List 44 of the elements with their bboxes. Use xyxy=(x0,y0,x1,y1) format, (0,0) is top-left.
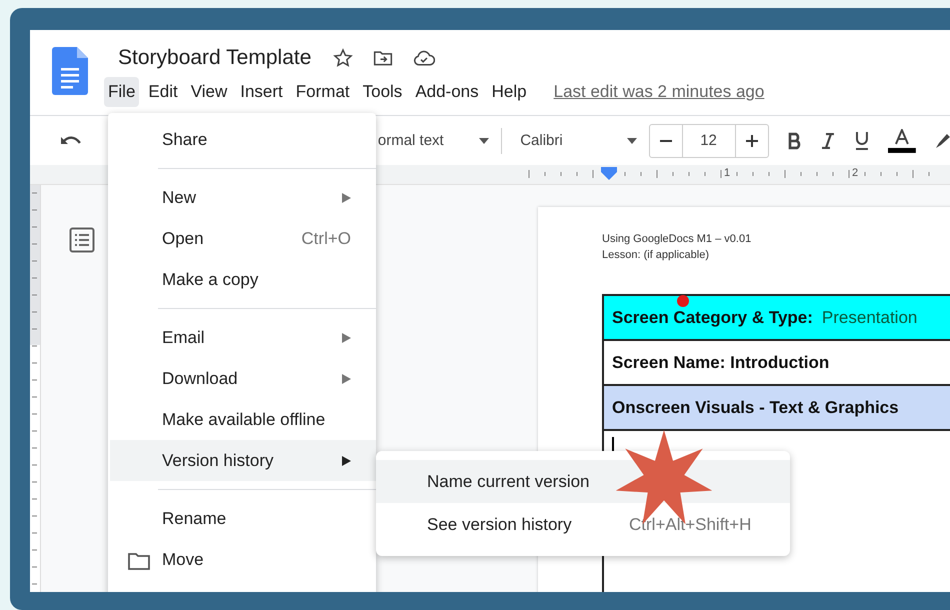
menu-item[interactable]: Share xyxy=(110,119,376,160)
menu-item[interactable]: Email xyxy=(110,317,376,358)
menu-item[interactable]: Open Ctrl+O xyxy=(110,218,376,259)
menu-item[interactable]: File xyxy=(104,77,140,107)
font-dropdown[interactable]: Calibri xyxy=(512,132,637,149)
row-label: Screen Category & Type: xyxy=(612,308,813,328)
highlighter-icon[interactable] xyxy=(934,132,950,150)
bold-icon[interactable] xyxy=(786,132,802,150)
menu-item[interactable]: Edit xyxy=(144,77,182,107)
document-outline-icon[interactable] xyxy=(69,227,95,253)
folder-icon[interactable] xyxy=(373,49,394,67)
cloud-icon[interactable] xyxy=(413,49,436,67)
menu-item[interactable]: Tools xyxy=(358,77,406,107)
indent-marker-icon[interactable] xyxy=(601,167,617,181)
header-text: Using GoogleDocs M1 – v0.01 xyxy=(602,233,752,245)
menu-item[interactable]: Help xyxy=(488,77,531,107)
menu-item[interactable]: Download xyxy=(110,358,376,399)
paragraph-style-dropdown[interactable]: ormal text xyxy=(378,132,490,149)
menu-item[interactable]: Insert xyxy=(236,77,287,107)
menu-item[interactable]: Make a copy xyxy=(110,259,376,300)
underline-icon[interactable] xyxy=(854,130,870,150)
menu-item[interactable]: Make available offline xyxy=(110,399,376,440)
row-value: Presentation xyxy=(822,308,918,328)
ruler-label: 2 xyxy=(852,167,858,179)
last-edit-link[interactable]: Last edit was 2 minutes ago xyxy=(554,82,764,102)
document-logo-icon[interactable] xyxy=(52,47,88,95)
row-label: Screen Name: Introduction xyxy=(612,352,830,372)
menu-item[interactable]: Move xyxy=(110,539,376,580)
document-title[interactable]: Storyboard Template xyxy=(118,46,312,70)
menu-item[interactable]: View xyxy=(186,77,232,107)
menu-item[interactable]: Format xyxy=(292,77,354,107)
header-text: Lesson: (if applicable) xyxy=(602,249,710,261)
star-icon[interactable] xyxy=(333,48,354,68)
menu-item[interactable]: Rename xyxy=(110,498,376,539)
caret-icon xyxy=(626,138,637,144)
menu-item[interactable]: New xyxy=(110,177,376,218)
row-label: Onscreen Visuals - Text & Graphics xyxy=(612,398,899,418)
menu-item[interactable]: Version history xyxy=(110,440,376,481)
menu-item[interactable]: See version history Ctrl+Alt+Shift+H xyxy=(376,503,790,546)
ruler-label: 1 xyxy=(724,167,730,179)
text-color-icon[interactable] xyxy=(888,128,916,152)
caret-icon xyxy=(479,138,490,144)
menu-item[interactable]: Add-ons xyxy=(411,77,483,107)
italic-icon[interactable] xyxy=(820,132,836,150)
